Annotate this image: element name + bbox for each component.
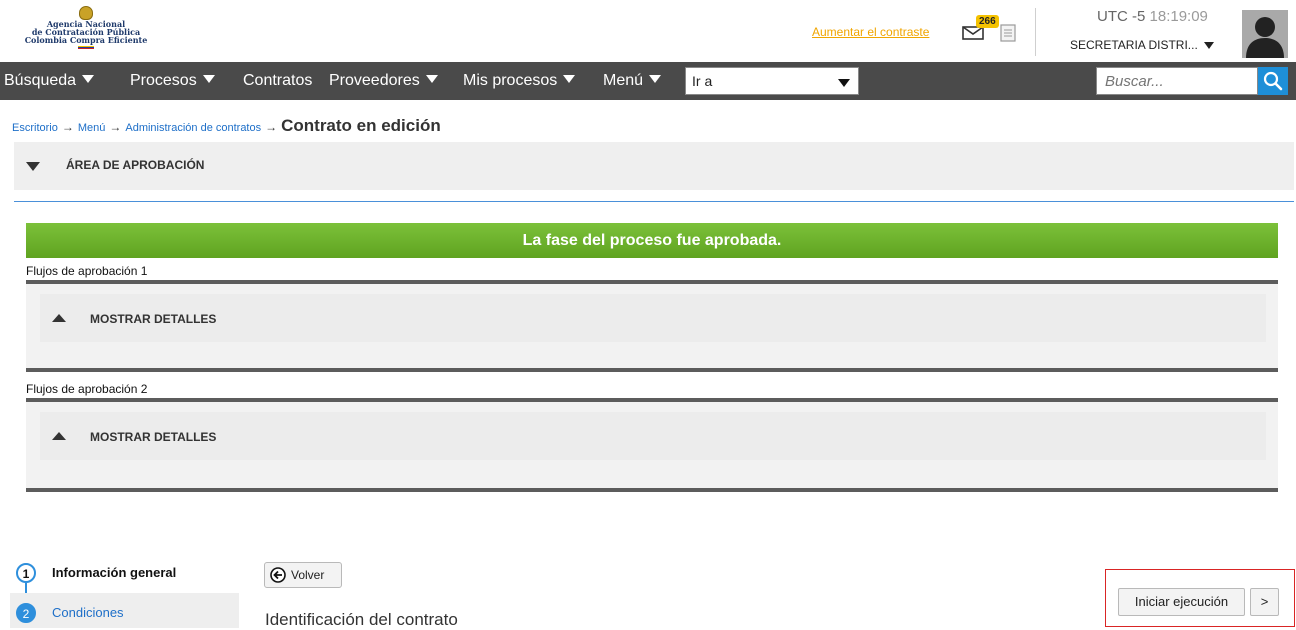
top-header: Agencia Nacional de Contratación Pública… <box>0 0 1296 62</box>
flow-1-panel: MOSTRAR DETALLES <box>26 280 1278 368</box>
server-time: UTC -5 18:19:09 <box>1097 8 1208 25</box>
section-divider <box>14 201 1294 202</box>
avatar[interactable] <box>1242 10 1288 58</box>
nav-contratos-label: Contratos <box>243 72 313 89</box>
start-execution-button[interactable]: Iniciar ejecución <box>1118 588 1245 616</box>
caret-down-icon <box>649 75 662 83</box>
goto-select[interactable]: Ir a <box>685 67 859 95</box>
user-name: SECRETARIA DISTRI... <box>1070 38 1198 52</box>
nav-busqueda-label: Búsqueda <box>4 72 77 89</box>
arrow-left-circle-icon <box>270 567 286 583</box>
approval-area-toggle[interactable]: ÁREA DE APROBACIÓN <box>14 142 1294 190</box>
arrow-right-icon: → <box>61 120 74 134</box>
document-icon[interactable] <box>1000 24 1016 42</box>
step-2-highlight <box>10 593 239 628</box>
nav-mis-procesos-label: Mis procesos <box>463 72 558 89</box>
breadcrumb-escritorio[interactable]: Escritorio <box>12 122 58 134</box>
logo-line-3: Colombia Compra Eficiente <box>24 35 148 45</box>
approval-status-banner: La fase del proceso fue aprobada. <box>26 223 1278 258</box>
search-input[interactable] <box>1096 67 1258 95</box>
search-button[interactable] <box>1258 67 1288 95</box>
flow-2-bottom-border <box>26 488 1278 492</box>
agency-logo[interactable]: Agencia Nacional de Contratación Pública… <box>16 6 156 54</box>
goto-select-value: Ir a <box>692 73 713 89</box>
step-1-label: Información general <box>52 565 177 580</box>
search-icon <box>1263 71 1283 91</box>
flow-2-details-toggle[interactable]: MOSTRAR DETALLES <box>40 412 1266 460</box>
caret-down-icon <box>838 79 850 87</box>
nav-procesos[interactable]: Procesos <box>130 72 215 90</box>
nav-menu-label: Menú <box>603 72 644 89</box>
step-2-label: Condiciones <box>52 605 124 620</box>
breadcrumb-menu[interactable]: Menú <box>78 122 106 134</box>
approval-area-title: ÁREA DE APROBACIÓN <box>66 158 205 172</box>
flow-1-details-toggle[interactable]: MOSTRAR DETALLES <box>40 294 1266 342</box>
triangle-up-icon <box>52 432 66 440</box>
caret-down-icon <box>563 75 576 83</box>
flow-2-label: Flujos de aprobación 2 <box>26 382 148 396</box>
breadcrumb: Escritorio → Menú → Administración de contra… <box>12 116 441 136</box>
triangle-up-icon <box>52 314 66 322</box>
user-silhouette-icon <box>1246 17 1284 58</box>
section-title: Identificación del contrato <box>265 610 458 629</box>
step-connector <box>25 583 27 593</box>
nav-proveedores[interactable]: Proveedores <box>329 72 438 90</box>
back-button-label: Volver <box>291 568 325 582</box>
flow-2-details-label: MOSTRAR DETALLES <box>90 430 217 444</box>
step-1-number: 1 <box>16 563 36 583</box>
timezone: UTC -5 <box>1097 8 1146 25</box>
nav-procesos-label: Procesos <box>130 72 197 89</box>
coat-of-arms-icon <box>79 6 93 20</box>
nav-contratos[interactable]: Contratos <box>243 72 312 90</box>
envelope-icon[interactable] <box>962 26 984 40</box>
breadcrumb-administracion[interactable]: Administración de contratos <box>125 122 261 134</box>
header-divider <box>1035 8 1036 56</box>
page-title: Contrato en edición <box>281 116 441 135</box>
increase-contrast-link[interactable]: Aumentar el contraste <box>812 25 929 39</box>
caret-down-icon <box>82 75 95 83</box>
flow-1-label: Flujos de aprobación 1 <box>26 264 148 278</box>
back-button[interactable]: Volver <box>264 562 342 588</box>
caret-down-icon <box>1203 42 1214 50</box>
triangle-down-icon <box>26 162 40 171</box>
next-step-button[interactable]: > <box>1250 588 1279 616</box>
nav-busqueda[interactable]: Búsqueda <box>4 72 95 90</box>
nav-proveedores-label: Proveedores <box>329 72 420 89</box>
flow-1-details-label: MOSTRAR DETALLES <box>90 312 217 326</box>
nav-mis-procesos[interactable]: Mis procesos <box>463 72 576 90</box>
arrow-right-icon: → <box>109 120 122 134</box>
caret-down-icon <box>425 75 438 83</box>
user-menu[interactable]: SECRETARIA DISTRI... <box>1070 38 1214 52</box>
caret-down-icon <box>202 75 215 83</box>
flow-1-bottom-border <box>26 368 1278 372</box>
mail-count-badge: 266 <box>976 15 999 28</box>
step-2-number: 2 <box>16 603 36 623</box>
nav-menu[interactable]: Menú <box>603 72 662 90</box>
arrow-right-icon: → <box>265 120 278 134</box>
clock-time: 18:19:09 <box>1149 8 1208 25</box>
flag-stripe <box>78 46 94 49</box>
flow-2-panel: MOSTRAR DETALLES <box>26 398 1278 488</box>
